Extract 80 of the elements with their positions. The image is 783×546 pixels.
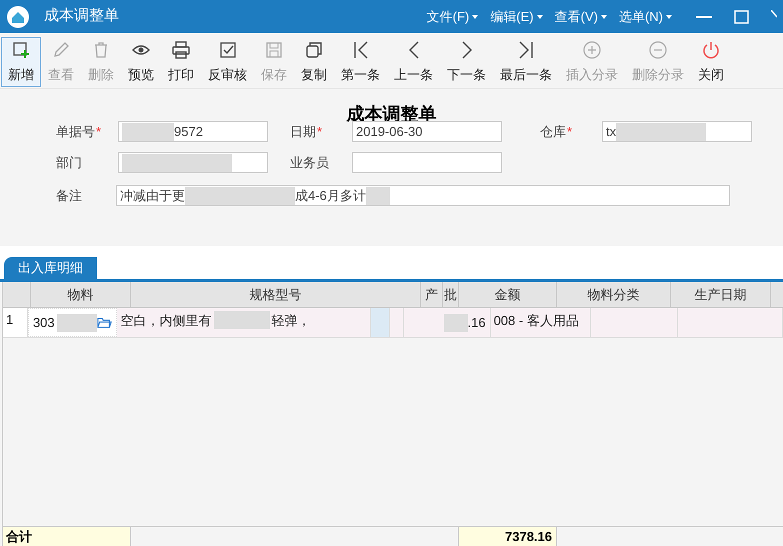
toolbar-button[interactable]: 打印	[161, 37, 201, 87]
folder-icon[interactable]	[97, 316, 112, 329]
table-cell-text: 空白，内侧里有	[120, 312, 212, 330]
input-field[interactable]: tx	[602, 121, 752, 142]
toolbar-button[interactable]: 新增	[1, 37, 41, 87]
toolbar-button[interactable]: 关闭	[691, 37, 731, 87]
field-value: 成4-6月多计	[295, 186, 366, 205]
table-cell-text: 303	[32, 314, 55, 332]
menu-item[interactable]: 选单(N)	[618, 6, 672, 26]
field-value: 9572	[174, 122, 203, 141]
input-field[interactable]: 9572	[118, 121, 268, 142]
toolbar-button[interactable]: 下一条	[440, 37, 493, 87]
table-cell-text: 轻弹，	[272, 312, 311, 330]
field-value: tx	[606, 122, 616, 141]
blurred-region	[366, 186, 390, 204]
table-cell[interactable]	[370, 308, 390, 337]
table-cell[interactable]: 303	[28, 308, 117, 337]
minus-circle-icon	[648, 40, 668, 60]
input-field[interactable]	[118, 152, 268, 173]
toolbar-button[interactable]: 反审核	[201, 37, 254, 87]
column-header: 物料分类	[588, 286, 640, 304]
toolbar-button[interactable]: 预览	[121, 37, 161, 87]
table-cell-text: .16	[468, 314, 486, 332]
menu-item[interactable]: 文件(F)	[426, 6, 478, 26]
column-header: 生产日期	[694, 286, 746, 304]
menu-item[interactable]: 查看(V)	[554, 6, 607, 26]
row-number: 1	[6, 311, 14, 329]
copy-icon	[304, 40, 324, 60]
save-icon	[264, 40, 284, 60]
total-label: 合计	[6, 529, 32, 544]
checkbox-icon	[218, 40, 238, 60]
printer-icon	[171, 40, 191, 60]
blurred-region	[122, 122, 174, 140]
minimize-icon[interactable]	[696, 16, 712, 18]
column-header: 产	[425, 286, 438, 304]
total-amount: 7378.16	[505, 529, 552, 544]
toolbar-button[interactable]: 复制	[294, 37, 334, 87]
toolbar-button[interactable]: 上一条	[387, 37, 440, 87]
menu-item[interactable]: 编辑(E)	[490, 6, 543, 26]
field-value: 冲减由于更	[120, 186, 185, 205]
field-label: 业务员	[290, 154, 329, 172]
table-cell[interactable]: 008 - 客人用品	[490, 308, 591, 337]
plus-circle-icon	[582, 40, 602, 60]
table-cell[interactable]: 1	[3, 308, 28, 337]
maximize-icon[interactable]	[734, 10, 749, 24]
pencil-icon	[51, 40, 71, 60]
blurred-region	[56, 314, 98, 332]
caret-icon	[472, 14, 478, 18]
table-row[interactable]: 1 303 空白，内侧里有 轻弹， .16 008 - 客人用品	[3, 308, 783, 338]
window-title: 成本调整单	[44, 6, 119, 26]
add-icon	[11, 40, 31, 60]
remark-field[interactable]: 冲减由于更 成4-6月多计	[116, 185, 730, 206]
required-marker: *	[317, 122, 322, 141]
required-marker: *	[567, 122, 572, 141]
tab[interactable]: 出入库明细	[4, 257, 97, 279]
caret-icon	[666, 14, 672, 18]
table-cell[interactable]: 空白，内侧里有 轻弹，	[116, 308, 371, 337]
input-field[interactable]	[352, 152, 502, 173]
toolbar-button[interactable]: 第一条	[334, 37, 387, 87]
field-label: 单据号	[56, 122, 95, 141]
column-header: 金额	[494, 286, 520, 304]
field-label: 日期	[290, 122, 316, 141]
field-value: 2019-06-30	[356, 122, 422, 141]
power-icon	[701, 40, 721, 60]
required-marker: *	[96, 122, 102, 141]
caret-icon	[600, 14, 607, 18]
field-label: 仓库	[540, 122, 566, 141]
table-cell-text: 008 - 客人用品	[494, 312, 579, 330]
column-header: 批	[444, 286, 457, 304]
field-label: 备注	[56, 186, 83, 205]
column-header: 规格型号	[250, 286, 302, 304]
table-cell[interactable]: .16	[404, 308, 491, 337]
input-field[interactable]: 2019-06-30	[352, 121, 502, 142]
toolbar-button[interactable]: 最后一条	[493, 37, 559, 87]
column-header: 物料	[68, 286, 94, 304]
caret-icon	[536, 14, 543, 18]
field-label: 部门	[56, 154, 82, 172]
blurred-region	[214, 311, 270, 329]
blurred-region	[444, 314, 468, 332]
app-logo-icon	[6, 4, 30, 28]
